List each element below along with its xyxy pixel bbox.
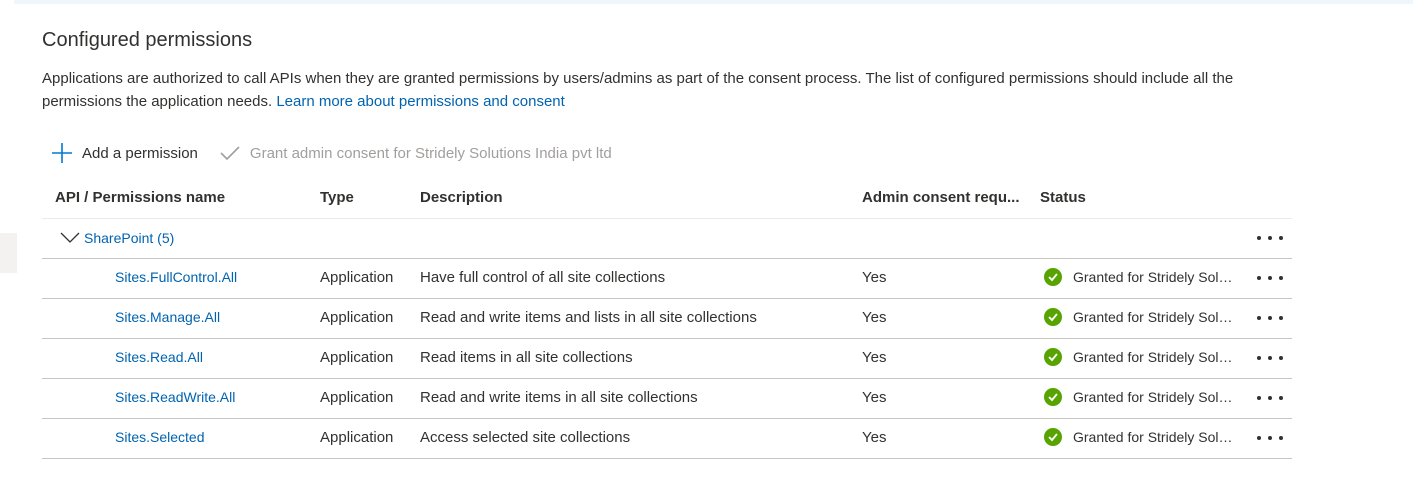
- toolbar: Add a permission Grant admin consent for…: [50, 139, 632, 167]
- admin-consent-value: Yes: [862, 309, 887, 326]
- permission-type: Application: [320, 309, 394, 326]
- status-cell: Granted for Stridely Solutions India pvt…: [1044, 428, 1240, 446]
- table-row: Sites.Read.All Application Read items in…: [42, 339, 1292, 379]
- status-cell: Granted for Stridely Solutions India pvt…: [1044, 308, 1240, 326]
- check-circle-icon: [1044, 308, 1062, 326]
- plus-icon: [50, 141, 74, 165]
- table-row: Sites.Selected Application Access select…: [42, 419, 1292, 459]
- check-circle-icon: [1044, 388, 1062, 406]
- grant-admin-consent-label: Grant admin consent for Stridely Solutio…: [249, 144, 612, 162]
- group-label: SharePoint (5): [84, 230, 175, 246]
- status-cell: Granted for Stridely Solutions India pvt…: [1044, 348, 1240, 366]
- permission-description: Read items in all site collections: [420, 349, 633, 366]
- section-title: Configured permissions: [42, 29, 253, 51]
- permission-description: Read and write items in all site collect…: [420, 389, 698, 406]
- permission-name-link[interactable]: Sites.Read.All: [115, 349, 203, 365]
- permission-description: Access selected site collections: [420, 429, 631, 446]
- permission-name-link[interactable]: Sites.Manage.All: [115, 309, 220, 325]
- column-header-api-name[interactable]: API / Permissions name: [55, 189, 225, 206]
- section-description: Applications are authorized to call APIs…: [42, 67, 1292, 113]
- add-permission-button[interactable]: Add a permission: [50, 141, 198, 165]
- column-header-admin-consent[interactable]: Admin consent requ...: [862, 189, 1020, 206]
- learn-more-link[interactable]: Learn more about permissions and consent: [276, 93, 565, 110]
- permissions-table: API / Permissions name Type Description …: [42, 178, 1292, 459]
- more-icon[interactable]: [1257, 228, 1283, 248]
- left-panel-edge: [0, 233, 17, 273]
- status-text: Granted for Stridely Solutions India pvt…: [1073, 349, 1240, 365]
- more-icon[interactable]: [1257, 348, 1283, 368]
- more-icon[interactable]: [1257, 308, 1283, 328]
- add-permission-label: Add a permission: [82, 144, 198, 162]
- permission-name-link[interactable]: Sites.FullControl.All: [115, 269, 237, 285]
- grant-admin-consent-button[interactable]: Grant admin consent for Stridely Solutio…: [218, 141, 612, 165]
- table-row: Sites.Manage.All Application Read and wr…: [42, 299, 1292, 339]
- column-header-type[interactable]: Type: [320, 189, 354, 206]
- table-header: API / Permissions name Type Description …: [42, 178, 1292, 219]
- status-text: Granted for Stridely Solutions India pvt…: [1073, 429, 1240, 445]
- column-header-description[interactable]: Description: [420, 189, 503, 206]
- permission-type: Application: [320, 349, 394, 366]
- table-row: Sites.ReadWrite.All Application Read and…: [42, 379, 1292, 419]
- permission-type: Application: [320, 389, 394, 406]
- status-cell: Granted for Stridely Solutions India pvt…: [1044, 268, 1240, 286]
- chevron-down-icon: [60, 231, 80, 245]
- check-circle-icon: [1044, 428, 1062, 446]
- table-row: Sites.FullControl.All Application Have f…: [42, 259, 1292, 299]
- status-text: Granted for Stridely Solutions India pvt…: [1073, 269, 1240, 285]
- admin-consent-value: Yes: [862, 269, 887, 286]
- check-circle-icon: [1044, 268, 1062, 286]
- status-text: Granted for Stridely Solutions India pvt…: [1073, 389, 1240, 405]
- checkmark-icon: [218, 141, 242, 165]
- permission-name-link[interactable]: Sites.Selected: [115, 429, 205, 445]
- permission-type: Application: [320, 429, 394, 446]
- permission-name-link[interactable]: Sites.ReadWrite.All: [115, 389, 235, 405]
- permission-description: Read and write items and lists in all si…: [420, 309, 757, 326]
- column-header-status[interactable]: Status: [1040, 189, 1086, 206]
- admin-consent-value: Yes: [862, 389, 887, 406]
- group-toggle[interactable]: SharePoint (5): [60, 230, 174, 246]
- status-cell: Granted for Stridely Solutions India pvt…: [1044, 388, 1240, 406]
- top-strip: [14, 0, 1413, 4]
- admin-consent-value: Yes: [862, 429, 887, 446]
- more-icon[interactable]: [1257, 268, 1283, 288]
- group-row-sharepoint[interactable]: SharePoint (5): [42, 219, 1292, 259]
- more-icon[interactable]: [1257, 388, 1283, 408]
- check-circle-icon: [1044, 348, 1062, 366]
- permission-description: Have full control of all site collection…: [420, 269, 666, 286]
- description-text: Applications are authorized to call APIs…: [42, 70, 1234, 110]
- admin-consent-value: Yes: [862, 349, 887, 366]
- more-icon[interactable]: [1257, 428, 1283, 448]
- permission-type: Application: [320, 269, 394, 286]
- status-text: Granted for Stridely Solutions India pvt…: [1073, 309, 1240, 325]
